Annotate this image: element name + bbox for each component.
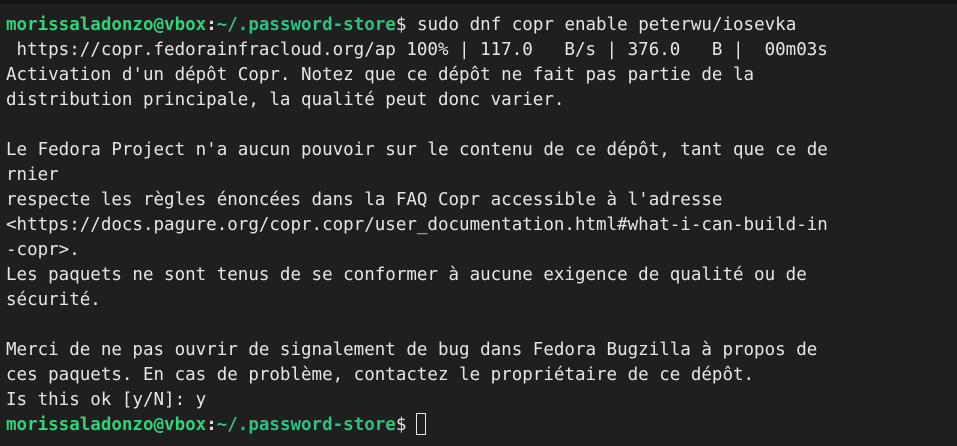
prompt-colon: : xyxy=(206,415,217,435)
prompt-colon: : xyxy=(206,15,217,35)
output-line: <https://docs.pagure.org/copr.copr/user_… xyxy=(6,215,828,235)
prompt-dollar: $ xyxy=(395,15,407,35)
output-line: respecte les règles énoncées dans la FAQ… xyxy=(6,190,723,210)
output-line: Merci de ne pas ouvrir de signalement de… xyxy=(6,340,818,360)
output-line: ces paquets. En cas de problème, contact… xyxy=(6,365,755,385)
output-line: Les paquets ne sont tenus de se conforme… xyxy=(6,265,807,285)
output-line: sécurité. xyxy=(6,290,101,310)
output-line: Is this ok [y/N]: y xyxy=(6,390,207,410)
active-prompt-line[interactable]: morissaladonzo@vbox:~/.password-store$ xyxy=(6,413,957,438)
window-top-edge xyxy=(0,0,957,4)
output-line: Activation d'un dépôt Copr. Notez que ce… xyxy=(6,65,755,85)
command-line: morissaladonzo@vbox:~/.password-store$ s… xyxy=(6,13,957,38)
prompt-dollar: $ xyxy=(395,415,407,435)
prompt-user-host: morissaladonzo@vbox xyxy=(6,15,207,35)
prompt-path: ~/.password-store xyxy=(216,15,396,35)
text-cursor[interactable] xyxy=(416,413,427,435)
prompt-user-host: morissaladonzo@vbox xyxy=(6,415,207,435)
command-text: sudo dnf copr enable peterwu/iosevka xyxy=(406,15,797,35)
output-line: https://copr.fedorainfracloud.org/ap 100… xyxy=(6,40,828,60)
output-line: Le Fedora Project n'a aucun pouvoir sur … xyxy=(6,140,828,160)
output-line: rnier xyxy=(6,165,59,185)
output-line: distribution principale, la qualité peut… xyxy=(6,90,565,110)
output-line: -copr>. xyxy=(6,240,80,260)
terminal-window[interactable]: morissaladonzo@vbox:~/.password-store$ s… xyxy=(0,0,957,446)
prompt-path: ~/.password-store xyxy=(216,415,396,435)
